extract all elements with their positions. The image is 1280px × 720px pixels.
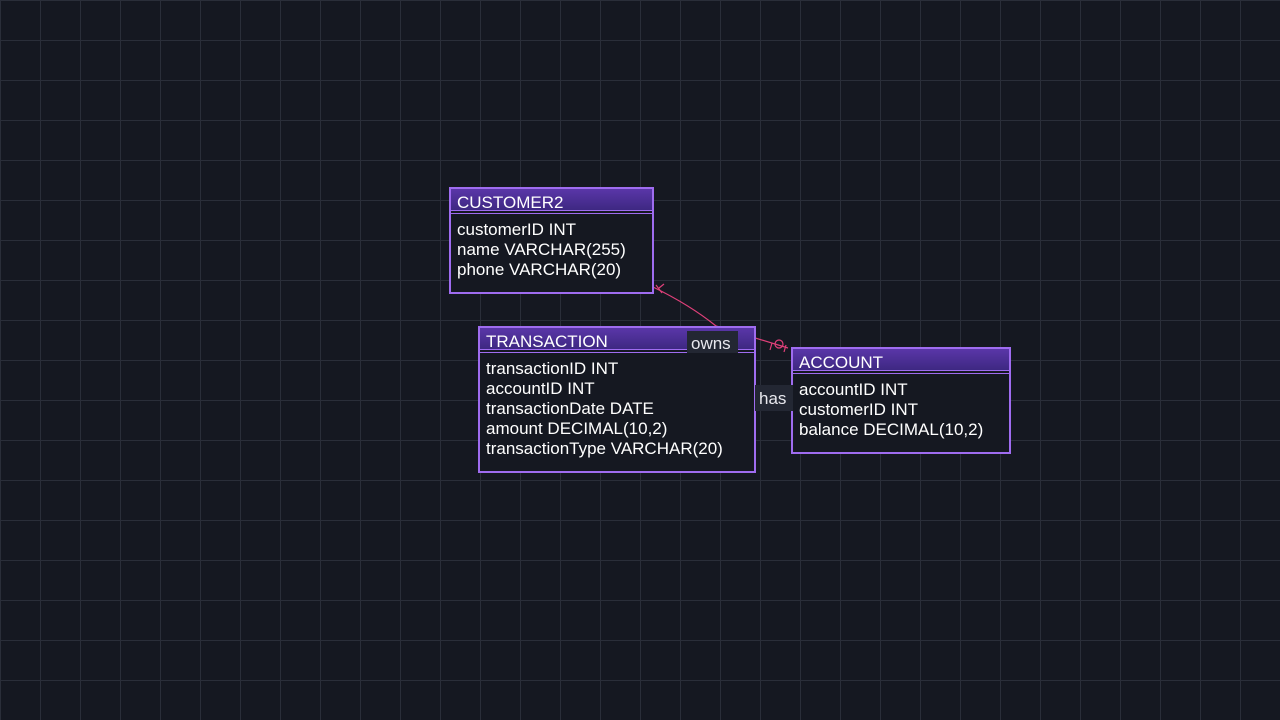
entity-fields: customerID INT name VARCHAR(255) phone V…: [451, 214, 652, 280]
entity-field: accountID INT: [486, 379, 595, 398]
entity-field: customerID INT: [457, 220, 577, 239]
entity-field: phone VARCHAR(20): [457, 260, 622, 279]
entity-field: customerID INT: [799, 400, 919, 419]
entity-field: transactionType VARCHAR(20): [486, 439, 723, 458]
entity-field: name VARCHAR(255): [457, 240, 626, 259]
entity-fields: transactionID INT accountID INT transact…: [480, 353, 754, 459]
entity-account[interactable]: ACCOUNT accountID INT customerID INT bal…: [791, 347, 1011, 454]
entity-field: amount DECIMAL(10,2): [486, 419, 668, 438]
relationship-label-has[interactable]: has: [755, 385, 793, 411]
relationship-label-owns[interactable]: owns: [687, 331, 738, 353]
zero-or-one-marker-account: [769, 339, 787, 353]
entity-field: balance DECIMAL(10,2): [799, 420, 984, 439]
entity-header: CUSTOMER2: [451, 189, 652, 211]
entity-field: transactionID INT: [486, 359, 619, 378]
entity-customer2[interactable]: CUSTOMER2 customerID INT name VARCHAR(25…: [449, 187, 654, 294]
entity-fields: accountID INT customerID INT balance DEC…: [793, 374, 1009, 440]
entity-field: accountID INT: [799, 380, 908, 399]
entity-field: transactionDate DATE: [486, 399, 654, 418]
entity-header: ACCOUNT: [793, 349, 1009, 371]
